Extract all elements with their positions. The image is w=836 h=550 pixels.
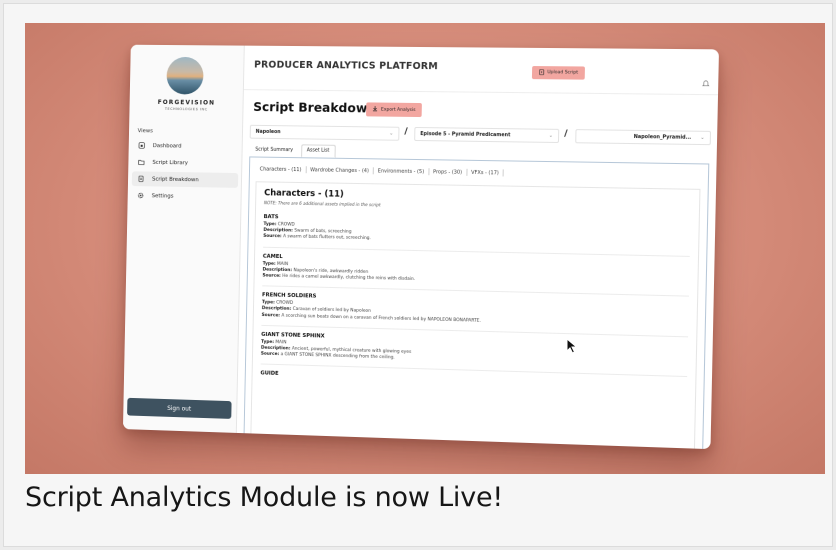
app-window: FORGEVISION TECHNOLOGIES INC Views Dashb… — [123, 45, 719, 449]
project-select-value: Napoleon — [256, 129, 281, 134]
field-label: Type: — [263, 222, 276, 227]
subtab-environments[interactable]: Environments - (5) — [374, 168, 428, 175]
breadcrumb-separator: / — [564, 129, 568, 139]
upload-icon — [539, 69, 544, 77]
field-label: Source: — [262, 313, 280, 318]
tab-script-summary[interactable]: Script Summary — [249, 144, 299, 158]
sign-out-button[interactable]: Sign out — [127, 398, 232, 419]
home-icon — [138, 142, 145, 149]
sidebar-item-script-library[interactable]: Script Library — [132, 155, 238, 171]
brand-logo — [166, 57, 203, 95]
breadcrumb-separator: / — [404, 127, 407, 137]
field-label: Description: — [262, 307, 292, 313]
upload-script-button[interactable]: Upload Script — [532, 66, 585, 80]
sidebar-item-settings[interactable]: Settings — [131, 188, 237, 205]
field-value: MAIN — [277, 262, 288, 267]
sidebar: FORGEVISION TECHNOLOGIES INC Views Dashb… — [123, 45, 245, 433]
characters-list: Characters - (11) NOTE: There are 6 addi… — [250, 181, 700, 448]
sidebar-item-script-breakdown[interactable]: Script Breakdown — [132, 171, 238, 188]
field-label: Type: — [261, 340, 274, 345]
folder-icon — [138, 159, 145, 166]
brand-subtitle: TECHNOLOGIES INC — [129, 107, 243, 112]
platform-title: PRODUCER ANALYTICS PLATFORM — [254, 60, 438, 73]
chevron-down-icon: ⌄ — [700, 135, 704, 141]
chevron-down-icon: ⌄ — [549, 133, 553, 139]
list-item[interactable]: CAMEL Type: MAIN Description: Napoleon's… — [262, 253, 689, 297]
script-select-value: Napoleon_Pyramid... — [634, 134, 692, 140]
subtab-wardrobe-changes[interactable]: Wardrobe Changes - (4) — [306, 167, 373, 174]
export-analysis-button[interactable]: Export Analysis — [366, 102, 422, 117]
brand-name: FORGEVISION — [130, 99, 244, 107]
list-item[interactable]: FRENCH SOLDIERS Type: CROWD Description:… — [261, 292, 688, 337]
sidebar-item-label: Dashboard — [153, 143, 182, 149]
download-icon — [372, 105, 378, 113]
field-label: Description: — [263, 267, 293, 273]
field-label: Description: — [261, 346, 291, 352]
subtab-vfxs[interactable]: VFXs - (17) — [467, 169, 503, 176]
field-label: Type: — [263, 261, 276, 266]
hero-image: FORGEVISION TECHNOLOGIES INC Views Dashb… — [25, 23, 825, 474]
sidebar-item-label: Settings — [152, 193, 174, 199]
upload-script-label: Upload Script — [547, 70, 578, 75]
list-item[interactable]: BATS Type: CROWD Description: Swarm of b… — [263, 214, 690, 256]
export-analysis-label: Export Analysis — [381, 107, 416, 112]
header-divider — [244, 89, 718, 95]
bell-icon[interactable] — [702, 72, 710, 80]
main-content: PRODUCER ANALYTICS PLATFORM Upload Scrip… — [237, 46, 719, 450]
field-label: Source: — [263, 234, 281, 239]
subtab-divider — [503, 169, 504, 176]
views-label: Views — [138, 128, 153, 134]
sidebar-item-dashboard[interactable]: Dashboard — [132, 138, 239, 154]
list-item[interactable]: GIANT STONE SPHINX Type: MAIN Descriptio… — [261, 332, 688, 378]
subtab-characters[interactable]: Characters - (11) — [256, 166, 306, 173]
field-value: MAIN — [275, 340, 286, 345]
sidebar-nav: Dashboard Script Library Script Breakdow… — [131, 138, 239, 207]
announcement-card: FORGEVISION TECHNOLOGIES INC Views Dashb… — [3, 3, 833, 547]
tab-asset-list[interactable]: Asset List — [301, 144, 336, 157]
script-select[interactable]: Napoleon_Pyramid... ⌄ — [575, 129, 711, 145]
episode-select-value: Episode 5 - Pyramid Predicament — [420, 132, 510, 138]
field-label: Type: — [262, 300, 275, 305]
field-value: CROWD — [278, 222, 295, 227]
project-select[interactable]: Napoleon ⌄ — [250, 125, 400, 141]
view-tabs: Script Summary Asset List — [249, 144, 335, 158]
asset-list-panel: Characters - (11) Wardrobe Changes - (4)… — [244, 156, 710, 448]
mouse-cursor-icon — [566, 338, 578, 354]
sidebar-item-label: Script Breakdown — [152, 176, 199, 183]
field-value: CROWD — [276, 301, 293, 306]
episode-select[interactable]: Episode 5 - Pyramid Predicament ⌄ — [414, 127, 559, 143]
asset-category-tabs: Characters - (11) Wardrobe Changes - (4)… — [256, 165, 504, 176]
subtab-props[interactable]: Props - (30) — [429, 169, 466, 176]
chevron-down-icon: ⌄ — [389, 131, 393, 137]
field-value: A swarm of bats flutters out, screeching… — [283, 235, 371, 242]
sidebar-item-label: Script Library — [152, 159, 188, 165]
page-title: Script Breakdown — [253, 99, 376, 115]
document-icon — [138, 175, 145, 182]
field-label: Source: — [262, 273, 280, 278]
gear-icon — [137, 192, 144, 199]
announcement-caption: Script Analytics Module is now Live! — [25, 482, 825, 513]
field-label: Description: — [263, 228, 293, 234]
field-label: Source: — [261, 352, 279, 357]
